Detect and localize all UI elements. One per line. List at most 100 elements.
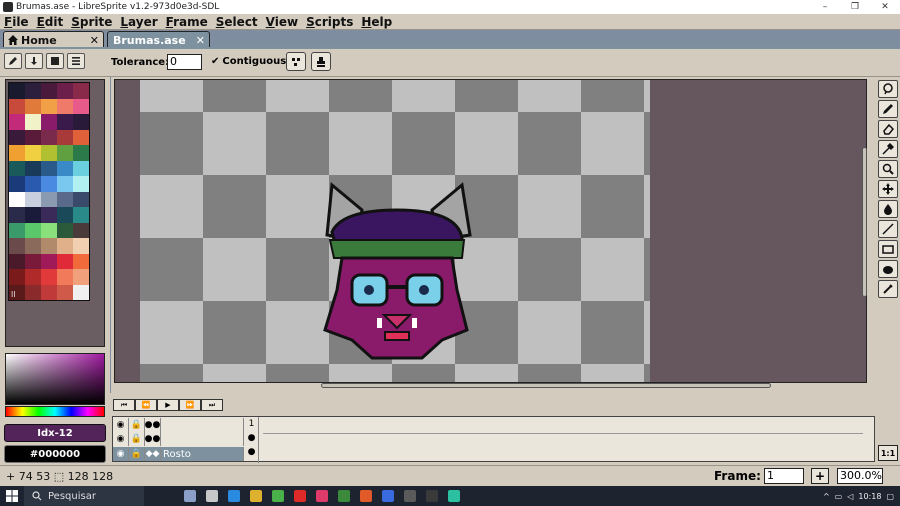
palette-swatch[interactable]: [9, 160, 25, 176]
stamp-button[interactable]: [311, 52, 331, 71]
palette-swatch[interactable]: [41, 98, 57, 114]
palette-swatch[interactable]: [57, 83, 73, 99]
palette-swatch[interactable]: [9, 269, 25, 285]
layer-row-selected[interactable]: ◉ 🔒 ◆◆ Rosto: [113, 447, 244, 461]
palette-swatch[interactable]: [41, 284, 57, 300]
palette-swatch[interactable]: [73, 83, 89, 99]
palette-swatch[interactable]: [25, 160, 41, 176]
palette-swatch[interactable]: [25, 145, 41, 161]
steam-icon[interactable]: [382, 490, 394, 502]
palette-swatch[interactable]: [41, 176, 57, 192]
palette-swatch[interactable]: [57, 238, 73, 254]
foreground-color-button[interactable]: Idx-12: [4, 424, 106, 442]
palette-swatch[interactable]: [73, 269, 89, 285]
palette-swatch[interactable]: [9, 176, 25, 192]
add-frame-button[interactable]: +: [811, 468, 829, 484]
grid-app-icon[interactable]: [338, 490, 350, 502]
palette-swatch[interactable]: [73, 284, 89, 300]
palette-swatch[interactable]: [41, 269, 57, 285]
next-frame-button[interactable]: ⏩: [179, 399, 201, 411]
tool-rectangle[interactable]: [878, 240, 898, 258]
play-button[interactable]: ▶: [157, 399, 179, 411]
layer-name[interactable]: Rosto: [161, 447, 244, 461]
palette-swatch[interactable]: [57, 284, 73, 300]
continuous-icon[interactable]: ●●: [145, 418, 161, 432]
network-icon[interactable]: ▭: [835, 492, 843, 501]
zoom-input[interactable]: 300.0%: [837, 468, 883, 484]
palette-swatch[interactable]: [41, 253, 57, 269]
frame-input[interactable]: 1: [764, 468, 804, 484]
taskbar-search[interactable]: Pesquisar: [24, 486, 144, 506]
palette-swatch[interactable]: [57, 98, 73, 114]
palette-swatch[interactable]: [25, 191, 41, 207]
eye-icon[interactable]: ◉: [113, 418, 129, 432]
weather-icon[interactable]: [184, 490, 196, 502]
palette-swatch[interactable]: [25, 269, 41, 285]
edge-icon[interactable]: [228, 490, 240, 502]
tool-move[interactable]: [878, 180, 898, 198]
palette-swatch[interactable]: [57, 145, 73, 161]
eye-icon[interactable]: ◉: [113, 447, 129, 461]
palette-swatch[interactable]: [41, 207, 57, 223]
layer-row[interactable]: ◉ 🔒 ●●: [113, 418, 244, 432]
task-view-icon[interactable]: [206, 490, 218, 502]
tool-spray[interactable]: [878, 280, 898, 298]
shape-button[interactable]: [46, 53, 64, 69]
palette-swatch[interactable]: [25, 83, 41, 99]
palette-swatch[interactable]: [73, 98, 89, 114]
palette-swatch[interactable]: [57, 207, 73, 223]
palette-swatch[interactable]: [41, 145, 57, 161]
chrome-icon[interactable]: [272, 490, 284, 502]
palette-swatch[interactable]: [73, 176, 89, 192]
first-frame-button[interactable]: ⏮: [113, 399, 135, 411]
palette-swatch[interactable]: [41, 129, 57, 145]
lock-icon[interactable]: 🔒: [129, 418, 145, 432]
palette-swatch[interactable]: [73, 145, 89, 161]
canvas-viewport[interactable]: [114, 79, 867, 383]
minimize-button[interactable]: –: [810, 0, 840, 14]
palette-swatch[interactable]: [9, 222, 25, 238]
palette-swatch[interactable]: [25, 222, 41, 238]
layer-row[interactable]: ◉ 🔒 ●●: [113, 432, 244, 446]
pencil-mode-button[interactable]: [4, 53, 22, 69]
palette-swatch[interactable]: [73, 207, 89, 223]
palette-swatch[interactable]: [73, 253, 89, 269]
palette-swatch[interactable]: [25, 129, 41, 145]
lock-icon[interactable]: 🔒: [129, 447, 145, 461]
palette-swatch[interactable]: [25, 253, 41, 269]
tab-home[interactable]: Home ✕: [3, 31, 104, 48]
clock[interactable]: 10:18: [858, 492, 881, 501]
palette-swatch[interactable]: [73, 191, 89, 207]
tool-eyedropper[interactable]: [878, 140, 898, 158]
continuous-icon[interactable]: ◆◆: [145, 447, 161, 461]
palette-swatch[interactable]: [9, 253, 25, 269]
palette-swatch[interactable]: [57, 114, 73, 130]
layer-name[interactable]: [161, 432, 244, 446]
volume-icon[interactable]: ◁: [847, 492, 853, 501]
palette-swatch[interactable]: [9, 114, 25, 130]
palette-swatch[interactable]: [25, 284, 41, 300]
opera-icon[interactable]: [294, 490, 306, 502]
tool-marquee[interactable]: [878, 80, 898, 98]
palette-swatch[interactable]: [41, 83, 57, 99]
close-icon[interactable]: ✕: [196, 34, 205, 47]
palette-swatch[interactable]: [73, 160, 89, 176]
continuous-icon[interactable]: ●●: [145, 432, 161, 446]
zoom-reset-button[interactable]: 1:1: [878, 445, 898, 461]
palette-swatch[interactable]: [57, 191, 73, 207]
close-icon[interactable]: ✕: [90, 34, 99, 47]
store-icon[interactable]: [426, 490, 438, 502]
app-icon[interactable]: [316, 490, 328, 502]
palette-swatch[interactable]: [73, 238, 89, 254]
palette-swatch[interactable]: [9, 83, 25, 99]
maximize-button[interactable]: ❐: [840, 0, 870, 14]
menu-file[interactable]: File: [0, 15, 33, 29]
palette-swatch[interactable]: [9, 238, 25, 254]
palette-swatch[interactable]: [9, 129, 25, 145]
palette-swatch[interactable]: [9, 145, 25, 161]
cel-icon[interactable]: ●: [248, 445, 256, 459]
palette-swatch[interactable]: [25, 176, 41, 192]
eye-icon[interactable]: ◉: [113, 432, 129, 446]
contiguous-checkbox[interactable]: ✔ Contiguous: [211, 56, 286, 67]
tool-pencil[interactable]: [878, 100, 898, 118]
